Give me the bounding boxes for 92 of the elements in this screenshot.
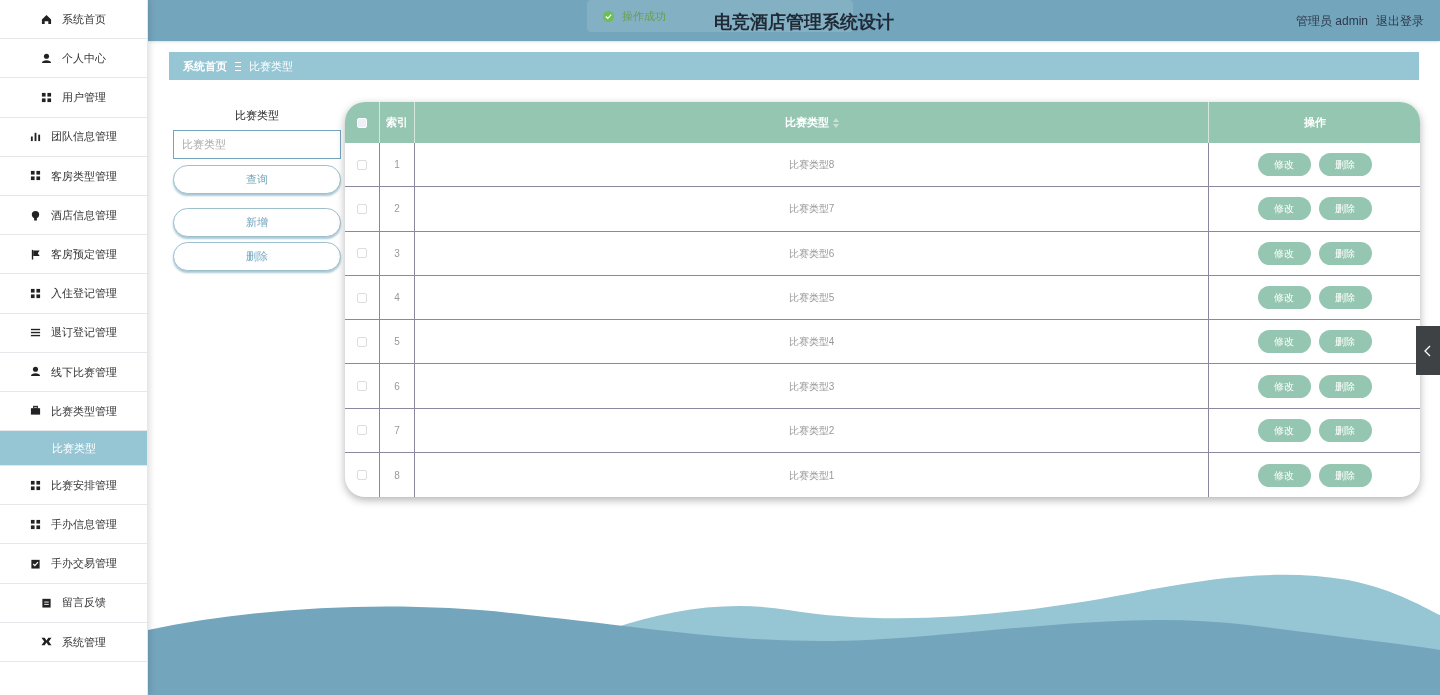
user-label: 管理员 admin	[1295, 12, 1368, 30]
row-checkbox[interactable]	[357, 425, 367, 436]
action-button[interactable]: 修改	[1257, 330, 1311, 354]
table-cell-text: 比赛类型8	[788, 158, 835, 173]
table-cell-text: 2	[394, 202, 400, 217]
form-button[interactable]: 新增	[173, 207, 341, 237]
action-button[interactable]: 修改	[1257, 286, 1311, 310]
breadcrumb-item[interactable]: 系统首页	[183, 57, 227, 75]
action-button[interactable]: 修改	[1257, 418, 1311, 442]
sidebar-item[interactable]: 手办交易管理	[0, 544, 147, 584]
sidebar-subitem[interactable]: 比赛类型	[0, 431, 147, 467]
sidebar-item[interactable]: 线下比赛管理	[0, 352, 147, 392]
table-cell-text: 1	[394, 158, 400, 173]
row-checkbox[interactable]	[357, 248, 367, 259]
clipboard-icon	[41, 597, 52, 609]
user-icon	[41, 52, 52, 64]
check-circle-icon	[603, 10, 614, 22]
row-checkbox[interactable]	[357, 292, 367, 303]
action-button[interactable]: 修改	[1257, 197, 1311, 221]
action-button[interactable]: 删除	[1318, 286, 1372, 310]
table-cell-text: 5	[394, 335, 400, 350]
collapse-tab[interactable]	[1416, 326, 1440, 375]
sidebar-item[interactable]: 用户管理	[0, 78, 147, 118]
table-cell-text: 比赛类型1	[788, 468, 835, 483]
action-button[interactable]: 删除	[1318, 330, 1372, 354]
action-button[interactable]: 删除	[1318, 153, 1372, 177]
grid-icon	[30, 287, 41, 299]
table-cell-text: 比赛类型4	[788, 335, 835, 350]
list-icon	[30, 327, 41, 339]
grid-icon	[30, 479, 41, 491]
table-cell-text: 比赛类型6	[788, 246, 835, 261]
app-title: 电竞酒店管理系统设计	[714, 11, 894, 34]
sidebar-item[interactable]: 客房预定管理	[0, 235, 147, 275]
row-checkbox[interactable]	[357, 159, 367, 170]
breadcrumb-item[interactable]: 比赛类型	[249, 57, 293, 75]
field-label: 比赛类型	[235, 108, 279, 123]
action-button[interactable]: 修改	[1257, 153, 1311, 177]
table-cell-text: 7	[394, 423, 400, 438]
sidebar-item[interactable]: 系统管理	[0, 622, 147, 662]
action-button[interactable]: 删除	[1318, 463, 1372, 487]
search-field[interactable]: 比赛类型	[173, 129, 341, 159]
sidebar-item[interactable]: 个人中心	[0, 39, 147, 79]
bulb-icon	[30, 209, 41, 221]
form-button[interactable]: 查询	[173, 164, 341, 194]
form-button[interactable]: 删除	[173, 241, 341, 271]
row-checkbox[interactable]	[357, 203, 367, 214]
sidebar-item[interactable]: 退订登记管理	[0, 313, 147, 353]
grid-icon	[30, 170, 41, 182]
table-cell-text: 3	[394, 246, 400, 261]
column-header: 索引	[386, 115, 408, 131]
action-button[interactable]: 删除	[1318, 374, 1372, 398]
user-icon	[30, 366, 41, 378]
grid-icon	[41, 91, 52, 103]
table-cell-text: 比赛类型3	[788, 379, 835, 394]
row-checkbox[interactable]	[357, 336, 367, 347]
sidebar-item[interactable]: 手办信息管理	[0, 505, 147, 545]
action-button[interactable]: 删除	[1318, 197, 1372, 221]
clipboard-check-icon	[30, 558, 41, 570]
action-button[interactable]: 修改	[1257, 241, 1311, 265]
toast-message: 操作成功	[622, 8, 666, 24]
column-header: 比赛类型	[784, 115, 829, 131]
briefcase-icon	[30, 405, 41, 417]
sidebar-item[interactable]: 入住登记管理	[0, 274, 147, 314]
action-button[interactable]: 修改	[1257, 463, 1311, 487]
table-cell-text: 比赛类型7	[788, 202, 835, 217]
row-checkbox[interactable]	[357, 381, 367, 392]
sidebar-item[interactable]: 酒店信息管理	[0, 195, 147, 236]
separator-icon	[235, 61, 241, 71]
table-cell-text: 6	[394, 379, 400, 394]
action-button[interactable]: 删除	[1318, 418, 1372, 442]
table-cell-text: 4	[394, 291, 400, 306]
table-cell-text: 比赛类型2	[788, 423, 835, 438]
table-cell-text: 比赛类型5	[788, 291, 835, 306]
sidebar-item[interactable]: 客房类型管理	[0, 156, 147, 196]
home-icon	[41, 13, 52, 25]
tools-icon	[41, 636, 52, 648]
action-button[interactable]: 修改	[1257, 374, 1311, 398]
table-cell-text: 8	[394, 468, 400, 483]
grid-icon	[30, 518, 41, 530]
chevron-left-icon	[1424, 344, 1432, 357]
select-all-checkbox[interactable]	[357, 117, 367, 128]
sidebar-item[interactable]: 留言反馈	[0, 583, 147, 623]
row-checkbox[interactable]	[357, 470, 367, 481]
sidebar-item[interactable]: 系统首页	[0, 0, 147, 40]
sidebar-item[interactable]: 团队信息管理	[0, 117, 147, 157]
bar-chart-icon	[30, 131, 41, 143]
sort-icon	[832, 117, 839, 128]
sidebar-item[interactable]: 比赛安排管理	[0, 466, 147, 506]
column-header: 操作	[1303, 115, 1326, 131]
action-button[interactable]: 删除	[1318, 241, 1372, 265]
logout-link[interactable]: 退出登录	[1376, 11, 1424, 30]
flag-icon	[30, 248, 41, 260]
